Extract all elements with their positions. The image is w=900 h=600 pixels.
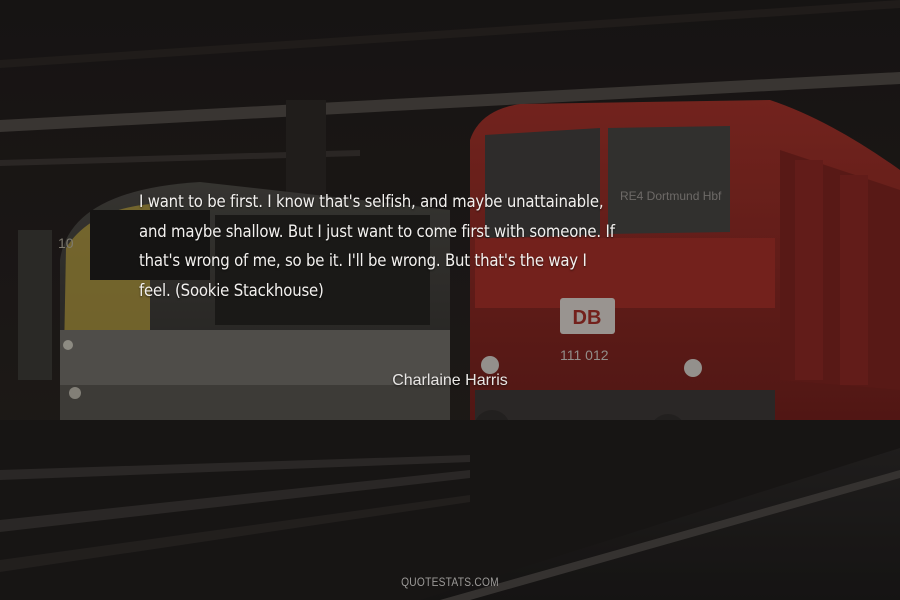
quote-text: I want to be first. I know that's selfis… <box>139 188 779 306</box>
quote-card: 10 DB RE4 Dortmund Hbf 111 012 I want to… <box>0 0 900 600</box>
site-watermark: QUOTESTATS.COM <box>401 575 499 589</box>
quote-line: that's wrong of me, so be it. I'll be wr… <box>139 251 587 271</box>
quote-line: feel. (Sookie Stackhouse) <box>139 280 324 301</box>
quote-line: and maybe shallow. But I just want to co… <box>139 221 615 242</box>
author-name: Charlaine Harris <box>392 372 508 389</box>
quote-line: I want to be first. I know that's selfis… <box>139 192 604 212</box>
